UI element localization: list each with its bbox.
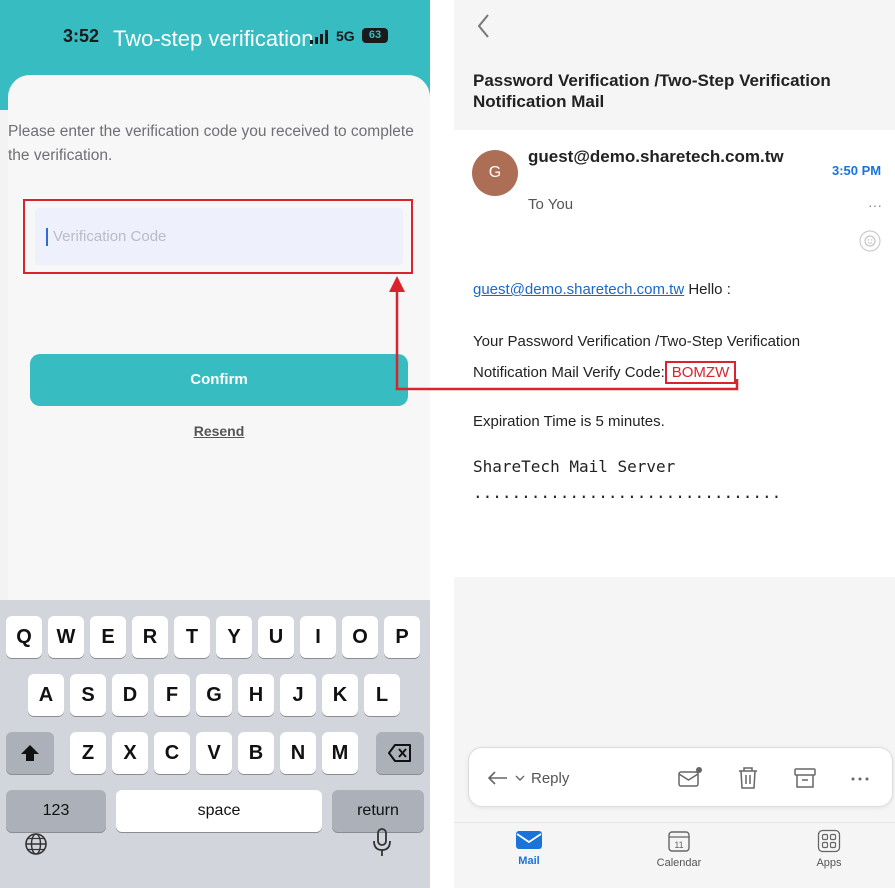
back-chevron-icon[interactable] bbox=[474, 12, 494, 40]
tab-label: Calendar bbox=[656, 857, 702, 869]
battery-icon: 63 bbox=[362, 28, 388, 43]
key-f[interactable]: F bbox=[154, 674, 190, 716]
reply-arrow-icon bbox=[487, 771, 507, 785]
backspace-key[interactable] bbox=[376, 732, 424, 774]
greeting-line: guest@demo.sharetech.com.tw Hello : bbox=[473, 281, 731, 298]
key-p[interactable]: P bbox=[384, 616, 420, 658]
key-i[interactable]: I bbox=[300, 616, 336, 658]
greeting-text: Hello : bbox=[684, 281, 731, 298]
signature: ShareTech Mail Server bbox=[473, 457, 676, 476]
numbers-key[interactable]: 123 bbox=[6, 790, 106, 832]
shift-icon bbox=[21, 745, 39, 761]
sender-avatar[interactable]: G bbox=[472, 150, 518, 196]
key-w[interactable]: W bbox=[48, 616, 84, 658]
signal-icon bbox=[310, 30, 328, 44]
status-time: 3:52 bbox=[63, 26, 100, 46]
page-title: Two-step verification bbox=[113, 26, 314, 51]
trash-icon[interactable] bbox=[735, 765, 761, 791]
tab-mail[interactable]: Mail bbox=[489, 829, 569, 867]
backspace-icon bbox=[388, 744, 411, 762]
key-q[interactable]: Q bbox=[6, 616, 42, 658]
key-g[interactable]: G bbox=[196, 674, 232, 716]
mail-subject: Password Verification /Two-Step Verifica… bbox=[473, 71, 831, 111]
space-key[interactable]: space bbox=[116, 790, 322, 832]
key-c[interactable]: C bbox=[154, 732, 190, 774]
mail-body: G guest@demo.sharetech.com.tw To You 3:5… bbox=[454, 130, 895, 577]
body-text-line: Your Password Verification /Two-Step Ver… bbox=[473, 333, 801, 350]
on-screen-keyboard: Q W E R T Y U I O P A S D F G H J K L Z … bbox=[0, 600, 430, 888]
confirm-button[interactable]: Confirm bbox=[30, 354, 408, 406]
key-x[interactable]: X bbox=[112, 732, 148, 774]
signature-separator: ................................ bbox=[473, 483, 782, 502]
return-key[interactable]: return bbox=[332, 790, 424, 832]
key-m[interactable]: M bbox=[322, 732, 358, 774]
instruction-text: Please enter the verification code you r… bbox=[8, 123, 414, 164]
key-b[interactable]: B bbox=[238, 732, 274, 774]
key-j[interactable]: J bbox=[280, 674, 316, 716]
key-o[interactable]: O bbox=[342, 616, 378, 658]
more-options-icon[interactable]: ··· bbox=[868, 197, 882, 213]
key-k[interactable]: K bbox=[322, 674, 358, 716]
chevron-down-icon bbox=[515, 775, 525, 781]
key-h[interactable]: H bbox=[238, 674, 274, 716]
key-e[interactable]: E bbox=[90, 616, 126, 658]
tab-calendar[interactable]: 11 Calendar bbox=[639, 829, 719, 869]
mail-time: 3:50 PM bbox=[832, 163, 882, 178]
key-d[interactable]: D bbox=[112, 674, 148, 716]
key-z[interactable]: Z bbox=[70, 732, 106, 774]
recipient-label: To You bbox=[528, 196, 574, 213]
key-y[interactable]: Y bbox=[216, 616, 252, 658]
text-caret bbox=[46, 228, 48, 246]
mail-icon bbox=[516, 831, 542, 849]
network-indicator: 5G bbox=[336, 28, 355, 44]
calendar-icon: 11 bbox=[668, 831, 690, 852]
key-s[interactable]: S bbox=[70, 674, 106, 716]
microphone-icon[interactable] bbox=[370, 828, 394, 858]
bottom-tab-bar: Mail 11 Calendar Apps bbox=[454, 822, 895, 888]
resend-link[interactable]: Resend bbox=[0, 423, 430, 439]
verify-code: BOMZW bbox=[664, 361, 737, 384]
apps-grid-icon bbox=[817, 829, 841, 853]
verification-code-input[interactable] bbox=[35, 208, 403, 265]
globe-icon[interactable] bbox=[24, 832, 48, 856]
emoji-reaction-icon[interactable] bbox=[859, 230, 881, 252]
reply-button[interactable]: Reply bbox=[487, 765, 569, 791]
tab-label: Apps bbox=[816, 857, 842, 869]
tab-label: Mail bbox=[518, 855, 540, 867]
reply-label: Reply bbox=[531, 769, 570, 787]
code-input-highlight bbox=[23, 199, 413, 274]
key-u[interactable]: U bbox=[258, 616, 294, 658]
verify-code-line: Notification Mail Verify Code: BOMZW bbox=[473, 361, 737, 384]
verify-code-label: Notification Mail Verify Code: bbox=[473, 364, 665, 381]
key-v[interactable]: V bbox=[196, 732, 232, 774]
shift-key[interactable] bbox=[6, 732, 54, 774]
key-n[interactable]: N bbox=[280, 732, 316, 774]
expiration-text: Expiration Time is 5 minutes. bbox=[473, 413, 665, 430]
key-l[interactable]: L bbox=[364, 674, 400, 716]
reply-toolbar: Reply bbox=[468, 747, 893, 807]
more-icon[interactable] bbox=[847, 765, 873, 791]
sender-email-link[interactable]: guest@demo.sharetech.com.tw bbox=[473, 281, 684, 298]
mail-app-screen: Password Verification /Two-Step Verifica… bbox=[454, 0, 895, 888]
verification-app-screen: 3:52 Two-step verification 5G 63 Please … bbox=[0, 0, 430, 888]
archive-icon[interactable] bbox=[792, 765, 818, 791]
key-r[interactable]: R bbox=[132, 616, 168, 658]
sender-address[interactable]: guest@demo.sharetech.com.tw bbox=[528, 147, 828, 167]
tab-apps[interactable]: Apps bbox=[789, 829, 869, 869]
key-t[interactable]: T bbox=[174, 616, 210, 658]
mark-unread-icon[interactable] bbox=[677, 765, 703, 791]
key-a[interactable]: A bbox=[28, 674, 64, 716]
calendar-day: 11 bbox=[674, 840, 683, 850]
